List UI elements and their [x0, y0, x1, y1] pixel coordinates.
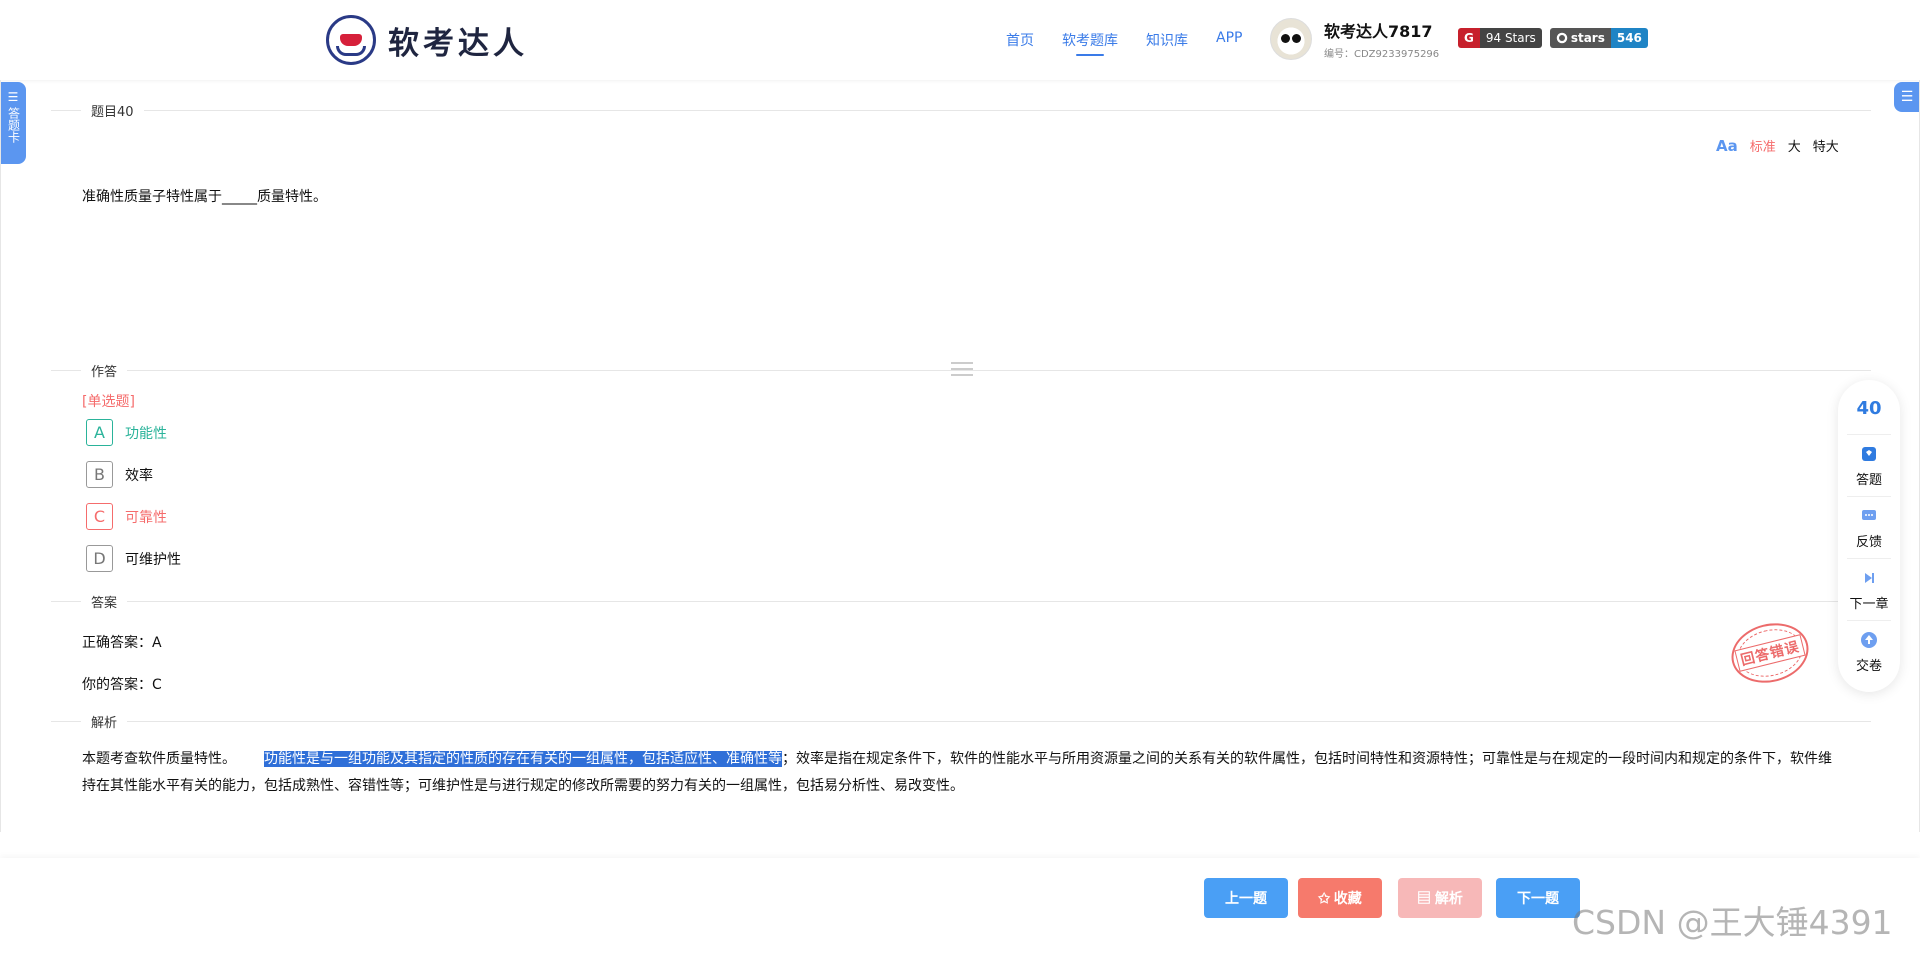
next-chapter-button[interactable]: 下一章: [1847, 558, 1891, 620]
font-large[interactable]: 大: [1788, 136, 1801, 155]
wrong-answer-stamp: 回答错误: [1725, 615, 1815, 691]
answer-sheet-label: 答题: [1855, 473, 1882, 488]
font-size-icon: Aa: [1716, 136, 1738, 155]
analysis-section-label: 解析: [81, 712, 128, 731]
option-c[interactable]: C 可靠性: [86, 503, 167, 530]
nav-home[interactable]: 首页: [1006, 30, 1034, 50]
answer-sheet-button[interactable]: 答题: [1847, 434, 1891, 496]
submit-paper-label: 交卷: [1855, 659, 1882, 674]
answer-section-label: 答案: [81, 592, 128, 611]
font-size-control: Aa 标准 大 特大: [1716, 136, 1839, 156]
divider: [51, 721, 1871, 722]
github-stars-badge[interactable]: stars 546: [1549, 28, 1648, 48]
nav-app[interactable]: APP: [1216, 30, 1242, 50]
site-logo[interactable]: 软考达人: [326, 14, 528, 66]
user-name: 软考达人7817: [1324, 22, 1433, 41]
nav-knowledge-base[interactable]: 知识库: [1146, 30, 1188, 50]
nav-question-bank[interactable]: 软考题库: [1062, 30, 1118, 56]
option-text: 效率: [125, 467, 153, 484]
option-text: 可靠性: [125, 509, 167, 526]
github-label: stars: [1549, 28, 1611, 48]
font-extra-large[interactable]: 特大: [1813, 136, 1839, 155]
submit-paper-button[interactable]: 交卷: [1847, 620, 1891, 682]
upload-icon: [1860, 631, 1878, 649]
main-nav: 首页 软考题库 知识库 APP: [1006, 30, 1270, 56]
option-text: 功能性: [125, 425, 167, 442]
next-chapter-label: 下一章: [1849, 597, 1889, 612]
github-icon: [1556, 32, 1568, 44]
avatar[interactable]: [1270, 18, 1312, 60]
option-letter: C: [86, 503, 113, 530]
next-chapter-icon: [1860, 569, 1878, 587]
question-type: [单选题]: [82, 394, 135, 410]
favorite-button[interactable]: ✩ 收藏: [1298, 878, 1382, 918]
logo-emblem-icon: [326, 15, 376, 65]
question-panel: 题目40 Aa 标准 大 特大 准确性质量子特性属于_____质量特性。 作答 …: [0, 80, 1920, 832]
drag-handle-icon[interactable]: [951, 362, 973, 376]
top-header: 软考达人 首页 软考题库 知识库 APP 软考达人7817 编号：CDZ9233…: [0, 0, 1920, 80]
analysis-text: 本题考查软件质量特性。 功能性是与一组功能及其指定的性质的存在有关的一组属性，包…: [82, 746, 1834, 800]
gitee-stars-badge[interactable]: G 94 Stars: [1458, 28, 1542, 48]
feedback-button[interactable]: 反馈: [1847, 496, 1891, 558]
correct-answer: 正确答案：A: [82, 635, 162, 651]
option-letter: B: [86, 461, 113, 488]
user-profile[interactable]: 软考达人7817 编号：CDZ9233975296: [1270, 18, 1439, 60]
option-letter: A: [86, 419, 113, 446]
user-id: 编号：CDZ9233975296: [1324, 49, 1440, 60]
analysis-button[interactable]: ▤ 解析: [1398, 878, 1482, 918]
logo-text: 软考达人: [388, 25, 528, 62]
analysis-highlight: 功能性是与一组功能及其指定的性质的存在有关的一组属性，包括适应性、准确性等: [264, 751, 782, 767]
feedback-label: 反馈: [1855, 535, 1882, 550]
prev-question-button[interactable]: 上一题: [1204, 878, 1288, 918]
github-stars-label: stars: [1570, 31, 1605, 45]
floating-toolbar: 40 答题 反馈 下一章 交卷: [1838, 380, 1900, 692]
gitee-stars-count: 94 Stars: [1479, 28, 1542, 48]
question-title: 题目40: [81, 101, 144, 120]
divider: [51, 601, 1871, 602]
analysis-intro: 本题考查软件质量特性。: [82, 751, 236, 767]
your-answer: 你的答案：C: [82, 677, 162, 693]
option-text: 可维护性: [125, 551, 181, 568]
response-section-label: 作答: [81, 361, 128, 380]
gitee-icon: G: [1458, 28, 1480, 48]
github-stars-count: 546: [1610, 28, 1648, 48]
feedback-icon: [1860, 507, 1878, 525]
option-letter: D: [86, 545, 113, 572]
option-b[interactable]: B 效率: [86, 461, 153, 488]
watermark: CSDN @王大锤4391: [1572, 903, 1893, 942]
repo-badges: G 94 Stars stars 546: [1458, 28, 1648, 48]
divider: [51, 110, 1871, 111]
next-question-button[interactable]: 下一题: [1496, 878, 1580, 918]
question-number: 40: [1856, 398, 1882, 419]
option-d[interactable]: D 可维护性: [86, 545, 181, 572]
font-standard[interactable]: 标准: [1750, 136, 1776, 155]
option-a[interactable]: A 功能性: [86, 419, 167, 446]
answer-sheet-icon: [1860, 445, 1878, 463]
question-text: 准确性质量子特性属于_____质量特性。: [82, 189, 327, 205]
